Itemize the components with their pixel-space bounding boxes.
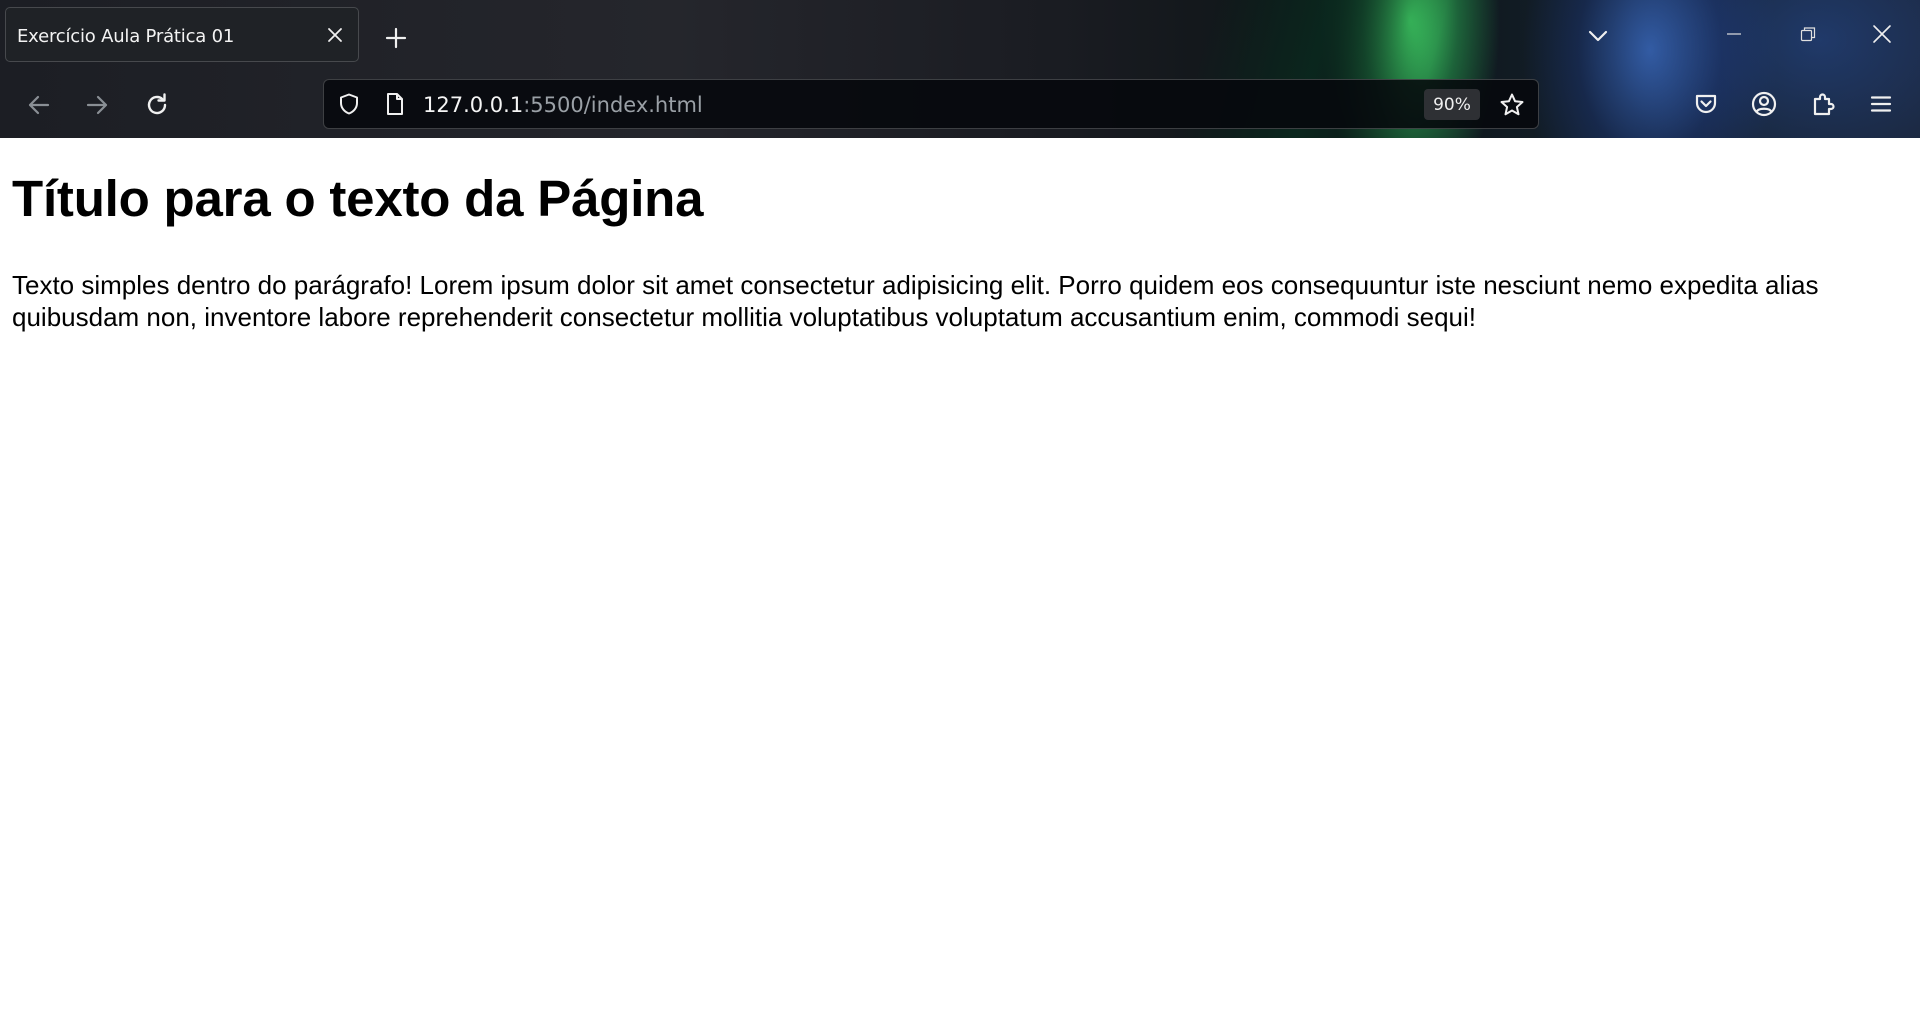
zoom-level-button[interactable]: 90% [1424,89,1480,120]
pocket-icon [1693,91,1719,117]
url-text[interactable]: 127.0.0.1:5500/index.html [423,93,703,117]
account-button[interactable] [1747,87,1781,121]
close-icon [1872,24,1892,44]
arrow-left-icon [26,92,52,118]
address-bar[interactable]: 127.0.0.1:5500/index.html 90% [323,79,1539,129]
minimize-icon [1725,25,1743,43]
tab-title: Exercício Aula Prática 01 [17,26,235,47]
window-close-button[interactable] [1866,18,1898,50]
window-minimize-button[interactable] [1718,18,1750,50]
site-info-button[interactable] [380,89,410,119]
shield-icon [337,92,361,116]
arrow-right-icon [84,92,110,118]
plus-icon [384,26,408,50]
page-paragraph: Texto simples dentro do parágrafo! Lorem… [12,270,1819,332]
reload-icon [143,91,171,119]
hamburger-icon [1869,92,1893,116]
browser-chrome: Exercício Aula Prática 01 127.0.0.1:5500… [0,0,1920,138]
close-icon [325,25,345,45]
navigation-toolbar: 127.0.0.1:5500/index.html 90% [0,70,1920,138]
account-icon [1750,90,1778,118]
app-menu-button[interactable] [1864,87,1898,121]
extensions-button[interactable] [1806,87,1840,121]
new-tab-button[interactable] [380,22,412,54]
url-host: 127.0.0.1 [423,93,524,117]
tab-close-button[interactable] [320,20,350,50]
bookmark-button[interactable] [1496,89,1528,121]
tracking-protection-button[interactable] [334,89,364,119]
url-path: :5500/index.html [523,93,703,117]
star-icon [1499,92,1525,118]
tab-strip: Exercício Aula Prática 01 [0,0,1920,70]
tab-active[interactable]: Exercício Aula Prática 01 [5,7,359,62]
restore-icon [1799,25,1817,43]
page-icon [384,92,406,116]
back-button[interactable] [22,88,56,122]
forward-button[interactable] [80,88,114,122]
window-restore-button[interactable] [1792,18,1824,50]
list-all-tabs-button[interactable] [1582,20,1614,52]
pocket-button[interactable] [1689,87,1723,121]
chevron-down-icon [1587,25,1609,47]
reload-button[interactable] [139,87,175,123]
puzzle-icon [1810,91,1836,117]
page-content: Título para o texto da Página Texto simp… [0,138,1920,1024]
page-heading: Título para o texto da Página [12,170,704,227]
